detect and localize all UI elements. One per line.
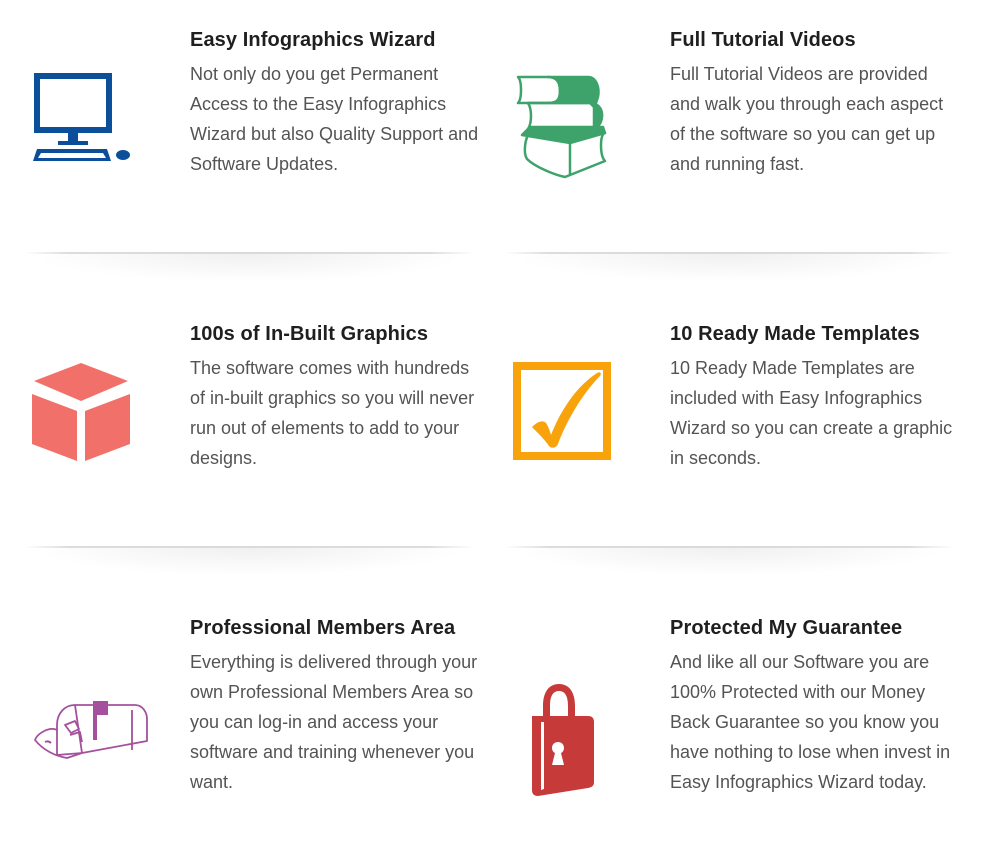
feature-full-tutorial-videos: Full Tutorial Videos Full Tutorial Video… <box>500 25 980 265</box>
feature-description: The software comes with hundreds of in-b… <box>190 358 475 468</box>
feature-text: 10 Ready Made Templates 10 Ready Made Te… <box>670 319 960 473</box>
feature-title: Full Tutorial Videos <box>670 29 856 51</box>
books-icon <box>500 65 630 185</box>
section-divider <box>504 546 954 576</box>
cube-icon <box>20 349 150 469</box>
feature-description: Everything is delivered through your own… <box>190 652 478 792</box>
feature-text: Easy Infographics Wizard Not only do you… <box>190 25 480 179</box>
feature-description: 10 Ready Made Templates are included wit… <box>670 358 953 468</box>
feature-description: And like all our Software you are 100% P… <box>670 652 951 792</box>
section-divider <box>504 252 954 282</box>
feature-easy-infographics-wizard: Easy Infographics Wizard Not only do you… <box>20 25 500 265</box>
section-divider <box>24 546 474 576</box>
feature-text: Protected My Guarantee And like all our … <box>670 613 960 797</box>
feature-text: 100s of In-Built Graphics The software c… <box>190 319 480 473</box>
feature-professional-members-area: Professional Members Area Everything is … <box>20 613 500 853</box>
feature-title: Protected My Guarantee <box>670 617 903 639</box>
feature-title: 100s of In-Built Graphics <box>190 323 429 345</box>
feature-text: Full Tutorial Videos Full Tutorial Video… <box>670 25 960 179</box>
section-divider <box>24 252 474 282</box>
feature-title: Easy Infographics Wizard <box>190 29 436 51</box>
feature-description: Full Tutorial Videos are provided and wa… <box>670 64 944 174</box>
mailbox-icon <box>20 670 150 790</box>
feature-description: Not only do you get Permanent Access to … <box>190 64 479 174</box>
feature-title: Professional Members Area <box>190 617 456 639</box>
feature-in-built-graphics: 100s of In-Built Graphics The software c… <box>20 319 500 559</box>
feature-protected-guarantee: Protected My Guarantee And like all our … <box>500 613 980 853</box>
feature-text: Professional Members Area Everything is … <box>190 613 480 797</box>
computer-icon <box>20 65 150 185</box>
padlock-icon <box>510 680 610 800</box>
checkbox-icon <box>500 349 630 469</box>
feature-ready-made-templates: 10 Ready Made Templates 10 Ready Made Te… <box>500 319 980 559</box>
feature-title: 10 Ready Made Templates <box>670 323 920 345</box>
